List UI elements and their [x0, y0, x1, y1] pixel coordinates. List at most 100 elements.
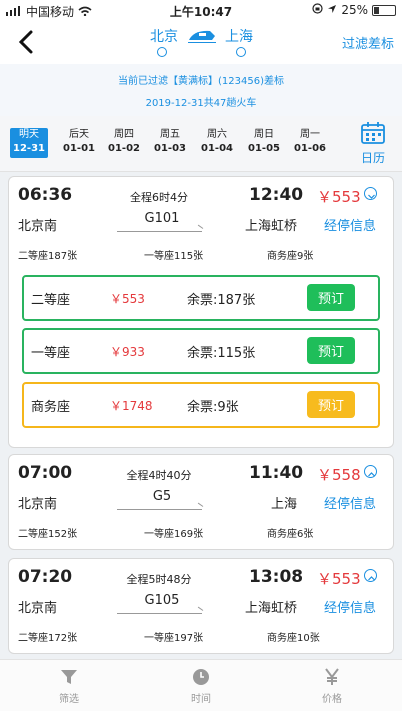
- funnel-icon: [61, 670, 77, 684]
- arrival-station: 上海: [271, 497, 298, 512]
- route-arrow: [117, 231, 202, 232]
- arrival-time: 13:08: [249, 567, 304, 587]
- book-button[interactable]: 预订: [307, 391, 355, 418]
- status-bar: 中国移动 上午10:47 25%: [0, 0, 402, 20]
- route-arrow: [117, 509, 202, 510]
- date-value: 01-05: [248, 143, 280, 154]
- seat-summary: 一等座115张: [144, 251, 204, 262]
- seat-summary: 商务座10张: [267, 633, 320, 644]
- date-label: 周五: [160, 129, 180, 140]
- date-label: 周四: [114, 129, 134, 140]
- seat-price: ￥1748: [110, 399, 153, 413]
- seat-summary: 二等座172张: [18, 633, 78, 644]
- date-value: 12-31: [13, 143, 45, 154]
- chevron-down-icon: [157, 47, 167, 57]
- bottom-tab-bar: 筛选 时间 价格: [0, 659, 402, 711]
- battery-icon: [372, 4, 396, 16]
- seat-remaining: 余票:115张: [187, 346, 256, 361]
- chevron-down-icon: [368, 194, 375, 199]
- train-number: G5: [152, 489, 172, 504]
- date-label: 周一: [300, 129, 320, 140]
- seat-summary: 商务座6张: [267, 529, 314, 540]
- stops-info-link[interactable]: 经停信息: [324, 215, 376, 234]
- arrival-time: 11:40: [249, 463, 304, 483]
- seat-class: 商务座: [31, 400, 71, 415]
- train-card[interactable]: 06:36 全程6时4分 12:40 ￥553 北京南 G101 上海虹桥 经停…: [8, 176, 394, 448]
- seat-option-row: 二等座 ￥553 余票:187张 预订: [22, 275, 380, 321]
- arrival-station: 上海虹桥: [245, 219, 298, 234]
- tab-filter[interactable]: 筛选: [34, 668, 104, 705]
- chevron-down-icon: [236, 47, 246, 57]
- filter-notice: 当前已过滤【黄满标】(123456)差标 2019-12-31共47趟火车: [0, 64, 402, 116]
- stops-info-link[interactable]: 经停信息: [324, 493, 376, 512]
- tab-time[interactable]: 时间: [166, 668, 236, 705]
- yen-icon: [325, 668, 339, 685]
- train-count-text: 2019-12-31共47趟火车: [145, 98, 257, 109]
- date-value: 01-02: [108, 143, 140, 154]
- departure-station: 北京南: [18, 219, 58, 234]
- date-tab[interactable]: 周四 01-02: [105, 128, 143, 158]
- battery-percent: 25%: [341, 3, 368, 17]
- seat-remaining: 余票:187张: [187, 293, 256, 308]
- expand-toggle[interactable]: [364, 187, 377, 200]
- book-button[interactable]: 预订: [307, 284, 355, 311]
- departure-station: 北京南: [18, 601, 58, 616]
- date-value: 01-03: [154, 143, 186, 154]
- chevron-up-icon: [368, 576, 375, 581]
- date-label: 明天: [19, 129, 39, 140]
- train-card[interactable]: 07:20 全程5时48分 13:08 ￥553 北京南 G105 上海虹桥 经…: [8, 558, 394, 654]
- clock-icon: [193, 669, 209, 685]
- nav-header: 北京 上海 过滤差标: [0, 20, 402, 64]
- train-card[interactable]: 07:00 全程4时40分 11:40 ￥558 北京南 G5 上海 经停信息 …: [8, 454, 394, 550]
- seat-option-row: 一等座 ￥933 余票:115张 预订: [22, 328, 380, 374]
- train-icon: [188, 28, 216, 44]
- orientation-lock-icon: [312, 3, 323, 17]
- to-city[interactable]: 上海: [225, 26, 253, 46]
- date-tab[interactable]: 明天 12-31: [10, 128, 48, 158]
- seat-price: ￥553: [110, 292, 145, 306]
- min-price: ￥553: [317, 188, 361, 206]
- tab-price[interactable]: 价格: [297, 668, 367, 705]
- departure-station: 北京南: [18, 497, 58, 512]
- route-arrow: [117, 613, 202, 614]
- date-value: 01-04: [201, 143, 233, 154]
- tab-label: 时间: [191, 694, 211, 705]
- seat-summary: 二等座152张: [18, 529, 78, 540]
- chevron-left-icon: [18, 30, 33, 54]
- date-tab[interactable]: 后天 01-01: [60, 128, 98, 158]
- calendar-button[interactable]: 日历: [358, 121, 388, 166]
- seat-class: 一等座: [31, 346, 71, 361]
- arrival-station: 上海虹桥: [245, 601, 298, 616]
- train-number: G101: [144, 211, 180, 226]
- date-tab[interactable]: 周五 01-03: [151, 128, 189, 158]
- seat-summary: 一等座197张: [144, 633, 204, 644]
- stops-info-link[interactable]: 经停信息: [324, 597, 376, 616]
- seat-summary: 一等座169张: [144, 529, 204, 540]
- location-icon: [327, 3, 337, 17]
- seat-class: 二等座: [31, 293, 71, 308]
- date-tab[interactable]: 周六 01-04: [198, 128, 236, 158]
- expand-toggle[interactable]: [364, 465, 377, 478]
- seat-summary: 商务座9张: [267, 251, 314, 262]
- date-tab[interactable]: 周一 01-06: [291, 128, 329, 158]
- seat-summary: 二等座187张: [18, 251, 78, 262]
- date-tab[interactable]: 周日 01-05: [245, 128, 283, 158]
- filter-standard-link[interactable]: 过滤差标: [342, 33, 394, 52]
- back-button[interactable]: [14, 28, 40, 56]
- route-switcher[interactable]: 北京 上海: [145, 26, 257, 62]
- calendar-icon: [361, 122, 385, 144]
- tab-label: 价格: [322, 694, 342, 705]
- date-selector: 明天 12-31 后天 01-01 周四 01-02 周五 01-03 周六 0…: [0, 116, 402, 172]
- date-value: 01-01: [63, 143, 95, 154]
- arrival-time: 12:40: [249, 185, 304, 205]
- date-label: 周日: [254, 129, 274, 140]
- min-price: ￥553: [317, 570, 361, 588]
- seat-option-row: 商务座 ￥1748 余票:9张 预订: [22, 382, 380, 428]
- date-label: 周六: [207, 129, 227, 140]
- from-city[interactable]: 北京: [150, 26, 178, 46]
- expand-toggle[interactable]: [364, 569, 377, 582]
- min-price: ￥558: [317, 466, 361, 484]
- seat-price: ￥933: [110, 345, 145, 359]
- book-button[interactable]: 预订: [307, 337, 355, 364]
- date-label: 后天: [69, 129, 89, 140]
